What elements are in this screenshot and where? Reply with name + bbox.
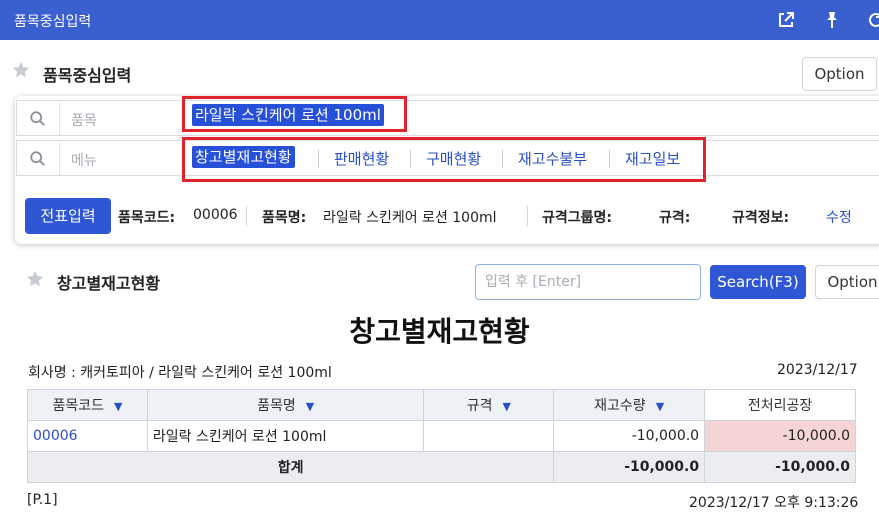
company-line: 회사명 : 캐커토피아 / 라일락 스킨케어 로션 100ml (28, 365, 332, 381)
spec-label: 규격: (659, 210, 691, 226)
report-option-button[interactable]: Option (815, 265, 879, 299)
column-header-plant: 전처리공장 (704, 389, 856, 421)
total-qty: -10,000.0 (553, 451, 706, 483)
menu-separator (318, 150, 319, 168)
window-title: 품목중심입력 (14, 14, 92, 30)
total-plant: -10,000.0 (704, 451, 856, 483)
info-separator (246, 206, 247, 226)
item-code-label: 품목코드: (118, 210, 176, 226)
item-code-value: 00006 (193, 207, 238, 223)
info-separator (527, 206, 528, 226)
menu-separator (410, 150, 411, 168)
search-f3-button[interactable]: Search(F3) (710, 265, 806, 299)
column-header-spec[interactable]: 규격 ▼ (423, 389, 555, 421)
header-option-button[interactable]: Option (802, 57, 877, 91)
report-title: 창고별재고현황 (349, 315, 530, 348)
slip-entry-button[interactable]: 전표입력 (25, 198, 111, 234)
page-number: [P.1] (27, 492, 58, 508)
total-label: 합계 (26, 451, 555, 483)
external-link-icon[interactable] (776, 10, 796, 30)
table-header-row: 품목코드 ▼ 품목명 ▼ 규격 ▼ 재고수량 ▼ 전처리공장 (27, 389, 856, 421)
sort-caret-icon: ▼ (113, 400, 123, 413)
column-header-name[interactable]: 품목명 ▼ (146, 389, 425, 421)
cell-plant: -10,000.0 (704, 420, 856, 452)
menu-link-purchase[interactable]: 구매현황 (426, 148, 481, 169)
cell-spec (423, 420, 555, 452)
page-title: 품목중심입력 (43, 66, 132, 85)
menu-link-daily-stock[interactable]: 재고일보 (625, 148, 680, 169)
spec-group-label: 규격그룹명: (542, 210, 612, 226)
search-divider (59, 101, 60, 135)
sort-caret-icon: ▼ (502, 400, 511, 413)
edit-spec-link[interactable]: 수정 (826, 207, 852, 227)
report-search-input[interactable] (476, 265, 700, 299)
cell-item-name: 라일락 스킨케어 로션 100ml (146, 420, 425, 452)
cell-item-code[interactable]: 00006 (27, 420, 148, 452)
report-section-title: 창고별재고현황 (57, 274, 161, 293)
report-search-field[interactable] (475, 264, 701, 300)
search-divider (59, 141, 60, 175)
cell-qty: -10,000.0 (553, 420, 706, 452)
column-header-qty[interactable]: 재고수량 ▼ (553, 389, 706, 421)
search-icon (30, 111, 45, 126)
window-titlebar: 품목중심입력 (0, 0, 879, 40)
favorite-star-icon[interactable] (26, 270, 44, 288)
menu-separator (609, 150, 610, 168)
item-search-row[interactable]: 품목 (16, 100, 879, 136)
search-icon (30, 151, 45, 166)
total-row: 합계 -10,000.0 -10,000.0 (26, 451, 856, 483)
favorite-star-icon[interactable] (12, 61, 30, 79)
refresh-icon[interactable] (866, 10, 879, 30)
menu-separator (502, 150, 503, 168)
report-date: 2023/12/17 (777, 362, 858, 378)
column-header-code[interactable]: 품목코드 ▼ (27, 389, 148, 421)
item-name-value: 라일락 스킨케어 로션 100ml (323, 210, 497, 226)
menu-search-placeholder: 메뉴 (71, 153, 97, 169)
table-row: 00006 라일락 스킨케어 로션 100ml -10,000.0 -10,00… (27, 420, 856, 452)
spec-info-label: 규격정보: (732, 210, 790, 226)
printed-at: 2023/12/17 오후 9:13:26 (689, 495, 859, 511)
menu-link-stock-ledger[interactable]: 재고수불부 (518, 148, 587, 169)
item-search-placeholder: 품목 (71, 113, 97, 129)
sort-caret-icon: ▼ (655, 400, 665, 413)
item-name-label: 품목명: (262, 210, 307, 226)
item-search-value[interactable]: 라일락 스킨케어 로션 100ml (192, 104, 384, 126)
sort-caret-icon: ▼ (305, 400, 315, 413)
pin-icon[interactable] (822, 10, 842, 30)
stock-table: 품목코드 ▼ 품목명 ▼ 규격 ▼ 재고수량 ▼ 전처리공장 00006 라일락 스킨케… (26, 389, 856, 483)
menu-link-sales[interactable]: 판매현황 (334, 148, 389, 169)
menu-link-warehouse-stock[interactable]: 창고별재고현황 (192, 146, 295, 168)
